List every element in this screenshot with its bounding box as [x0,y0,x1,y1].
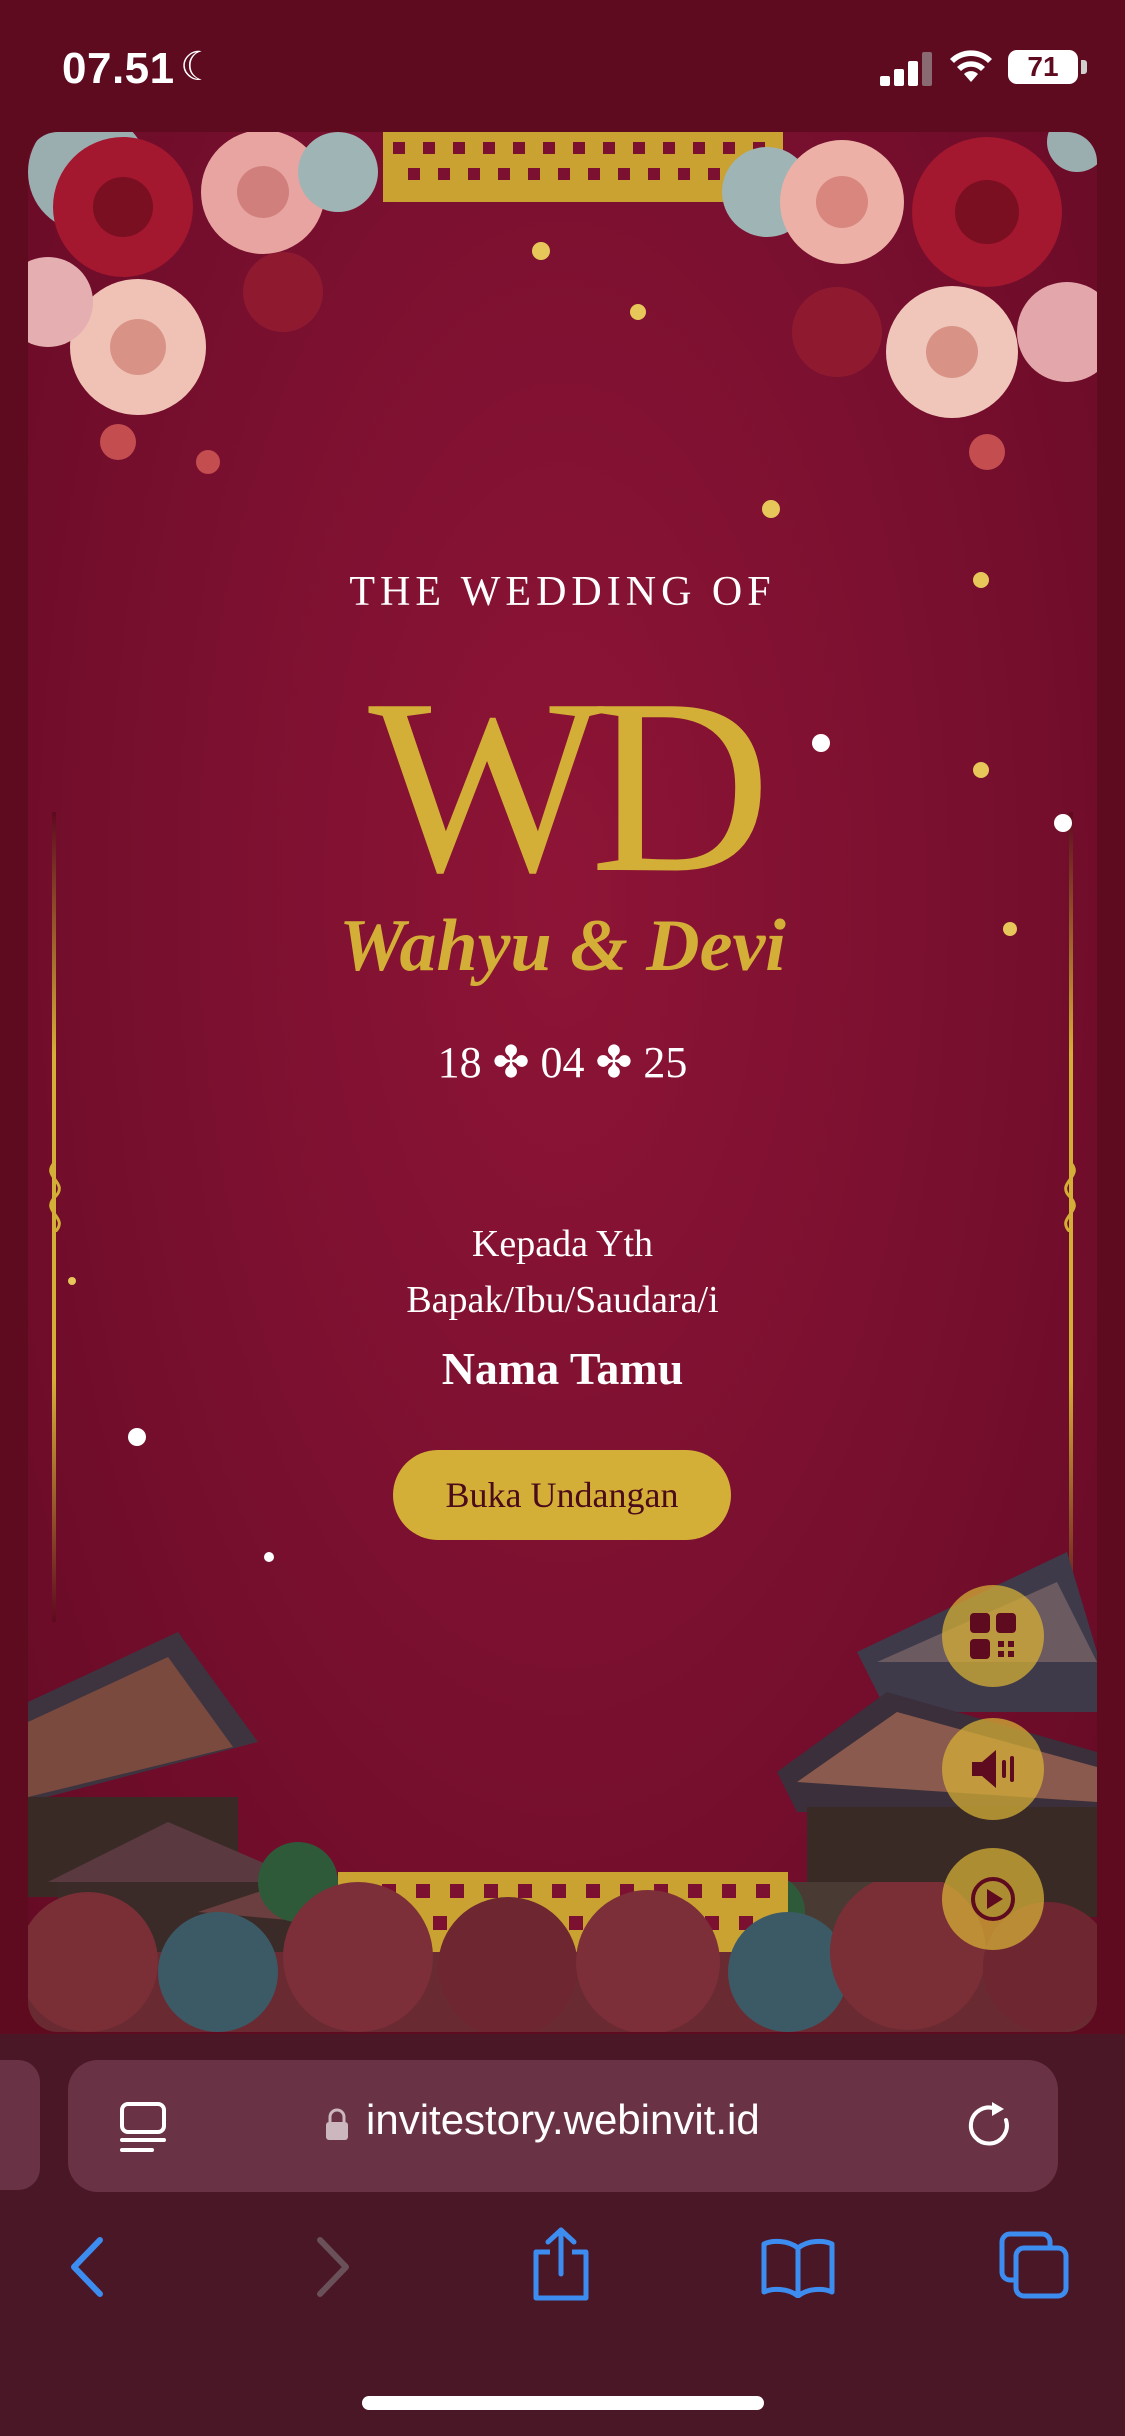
reader-mode-icon[interactable] [118,2102,168,2154]
play-icon [971,1877,1015,1921]
shrubbery [28,1882,1097,2032]
sparkle [128,1428,146,1446]
previous-tab-preview[interactable] [0,2060,40,2190]
play-button[interactable] [942,1848,1044,1950]
battery-tip [1081,60,1087,74]
battery-icon: 71 [1008,50,1078,84]
wifi-icon [950,50,992,82]
sparkle [532,242,550,260]
open-invitation-button[interactable]: Buka Undangan [393,1450,731,1540]
speaker-icon [972,1750,1014,1788]
forward-icon[interactable] [312,2236,354,2298]
flower-bouquet-right [722,132,1097,470]
wedding-date: 18 ✤ 04 ✤ 25 [437,1038,688,1087]
qr-code-icon [970,1613,1016,1659]
url-text: invitestory.webinvit.id [366,2096,760,2143]
reload-icon[interactable] [966,2100,1016,2152]
wedding-heading: THE WEDDING OF [349,569,776,615]
moon-icon: ☾ [180,45,216,89]
address-bar[interactable]: invitestory.webinvit.id [68,2060,1058,2192]
back-icon[interactable] [66,2236,108,2298]
couple-names: Wahyu & Devi [339,905,786,987]
invitation-card: THE WEDDING OF WD Wahyu & Devi 18 ✤ 04 ✤… [28,132,1097,2032]
bookmarks-icon[interactable] [760,2238,836,2298]
recipient-group: Bapak/Ibu/Saudara/i [406,1279,719,1321]
home-indicator[interactable] [362,2396,764,2410]
sparkle [762,500,780,518]
sparkle [264,1552,274,1562]
signal-icon [880,52,932,86]
sound-toggle-button[interactable] [942,1718,1044,1820]
guest-name: Nama Tamu [441,1343,684,1394]
qr-code-button[interactable] [942,1585,1044,1687]
tabs-icon[interactable] [998,2230,1070,2300]
salutation: Kepada Yth [471,1223,654,1265]
share-icon[interactable] [530,2226,592,2302]
flower-bouquet-left [28,132,378,474]
lock-icon [326,2108,348,2140]
status-bar: 07.51 ☾ 71 [0,0,1125,130]
monogram: WD [368,648,771,925]
status-time: 07.51 [62,44,175,93]
sparkle [630,304,646,320]
